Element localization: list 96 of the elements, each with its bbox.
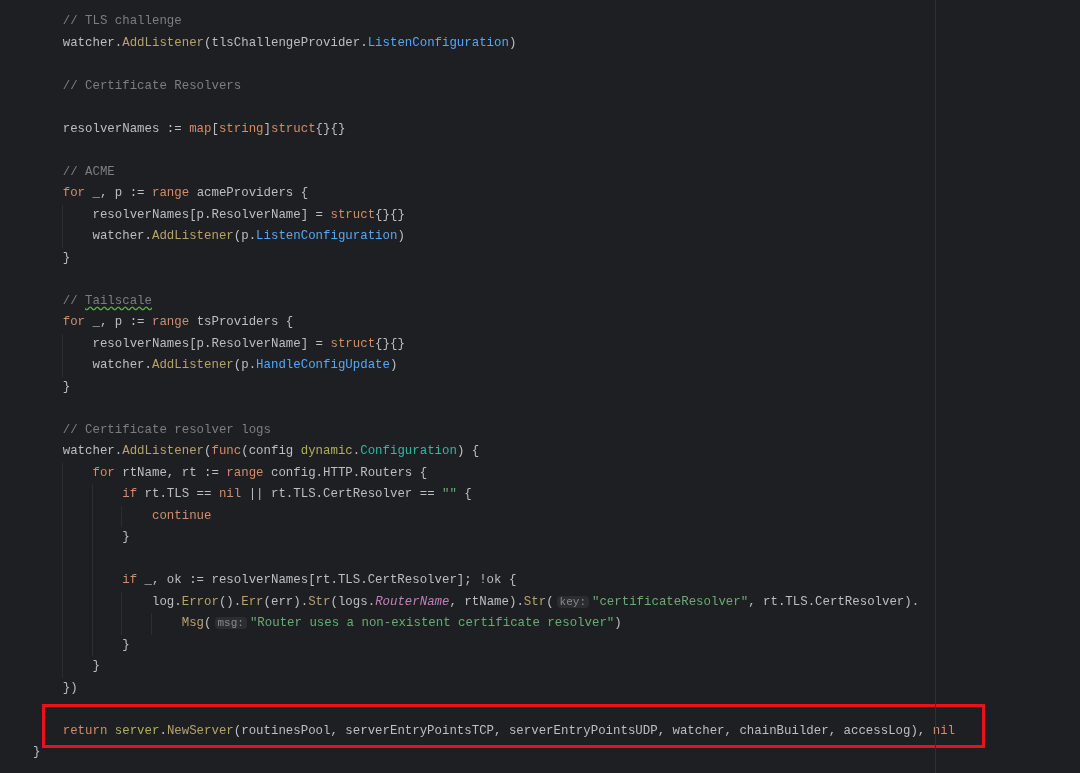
code-text: } xyxy=(33,745,41,759)
string-literal: "certificateResolver" xyxy=(592,594,749,609)
code-keyword: string xyxy=(218,121,264,136)
function-name: Str xyxy=(308,594,331,609)
code-comment: // ACME xyxy=(62,164,115,179)
code-text: ) xyxy=(508,35,517,50)
package-name: dynamic xyxy=(300,444,353,458)
code-text: ( xyxy=(204,444,212,458)
code-text: watcher. xyxy=(92,229,152,243)
code-text: || rt.TLS.CertResolver == xyxy=(248,487,436,501)
code-text: [ xyxy=(211,121,219,136)
code-text: resolverNames := xyxy=(62,121,183,136)
code-keyword: map xyxy=(189,121,212,136)
code-text: (err). xyxy=(263,594,309,609)
code-keyword: for xyxy=(62,315,86,329)
constant-name: RouterName xyxy=(375,594,450,609)
code-text: } xyxy=(92,659,100,673)
code-text: ( xyxy=(546,594,554,609)
code-keyword: struct xyxy=(330,207,376,222)
code-text: _, ok := resolverNames[rt.TLS.CertResolver]; !ok { xyxy=(144,573,517,587)
code-keyword: struct xyxy=(330,336,376,351)
method-name: HandleConfigUpdate xyxy=(256,358,390,372)
type-name: Configuration xyxy=(360,444,457,458)
code-text: ) xyxy=(614,616,622,630)
parameter-hint: msg: xyxy=(214,617,247,629)
function-name: AddListener xyxy=(122,35,205,50)
string-literal: "" xyxy=(442,487,457,501)
code-keyword: range xyxy=(152,186,190,200)
code-text: } xyxy=(122,637,130,652)
code-text: resolverNames[p.ResolverName] = xyxy=(92,336,324,351)
code-keyword: for xyxy=(92,465,115,480)
code-text: watcher. xyxy=(92,358,152,372)
function-name: AddListener xyxy=(122,444,205,458)
function-name: Error xyxy=(181,594,219,609)
code-text: (config xyxy=(241,444,295,458)
code-keyword: nil xyxy=(932,723,956,738)
code-text: ) { xyxy=(456,444,480,458)
function-name: Err xyxy=(241,594,264,609)
code-comment: // Certificate resolver logs xyxy=(62,422,271,437)
code-text: (p. xyxy=(233,358,257,372)
code-text: ) xyxy=(389,358,398,372)
code-text: } xyxy=(122,530,130,544)
code-text: config.HTTP.Routers { xyxy=(271,465,428,480)
method-name: ListenConfiguration xyxy=(367,35,509,50)
code-text: ( xyxy=(204,616,212,630)
code-keyword: return xyxy=(62,723,108,738)
code-text: . xyxy=(159,723,167,738)
code-comment: // xyxy=(62,293,78,308)
code-text: ] xyxy=(263,121,271,136)
code-text: rtName, rt := xyxy=(122,465,220,480)
package-name: server xyxy=(114,723,160,738)
code-text: _, p := xyxy=(92,315,146,329)
function-name: NewServer xyxy=(166,723,234,738)
code-text: {}{} xyxy=(315,121,346,136)
code-keyword: func xyxy=(211,444,242,458)
method-name: ListenConfiguration xyxy=(256,229,398,243)
code-keyword: range xyxy=(152,315,190,329)
code-keyword: continue xyxy=(152,508,212,523)
code-keyword: range xyxy=(226,465,264,480)
code-text: log. xyxy=(152,594,182,609)
code-text: { xyxy=(464,487,472,501)
code-text: (tlsChallengeProvider. xyxy=(204,35,368,50)
string-literal: "Router uses a non-existent certificate resolver" xyxy=(249,616,615,630)
code-text: {}{} xyxy=(375,336,405,351)
code-text: (p. xyxy=(233,229,257,243)
code-text: } xyxy=(62,250,71,265)
code-text: tsProviders { xyxy=(196,315,294,329)
function-name: Msg xyxy=(181,616,205,630)
code-text: acmeProviders { xyxy=(196,186,309,200)
code-text: watcher. xyxy=(62,444,123,458)
code-text: . xyxy=(352,444,361,458)
parameter-hint: key: xyxy=(556,595,589,608)
code-text: (routinesPool, serverEntryPointsTCP, serverEntryPointsUDP, watcher, chainBuilder, accessLog), xyxy=(233,723,927,738)
code-keyword: struct xyxy=(270,121,316,136)
code-text: ) xyxy=(397,229,405,243)
code-text: _, p := xyxy=(92,186,146,200)
code-text: , rtName). xyxy=(449,594,524,609)
code-keyword: if xyxy=(122,487,138,501)
code-text: }) xyxy=(62,680,78,695)
code-text: {}{} xyxy=(375,207,405,222)
code-text: watcher. xyxy=(62,35,123,50)
function-name: AddListener xyxy=(152,358,234,372)
code-comment: Tailscale xyxy=(85,293,152,308)
code-keyword: for xyxy=(62,186,86,200)
function-name: Str xyxy=(523,594,547,609)
code-text: (logs. xyxy=(330,594,376,609)
code-keyword: if xyxy=(122,573,138,587)
code-text: rt.TLS == xyxy=(144,487,213,501)
code-text: resolverNames[p.ResolverName] = xyxy=(92,207,324,222)
code-keyword: nil xyxy=(218,487,242,501)
code-text: , rt.TLS.CertResolver). xyxy=(748,594,920,609)
code-text: } xyxy=(62,379,71,394)
code-comment: // TLS challenge xyxy=(62,14,182,28)
code-text: (). xyxy=(218,594,242,609)
function-name: AddListener xyxy=(152,229,234,243)
code-comment: // Certificate Resolvers xyxy=(62,78,242,93)
